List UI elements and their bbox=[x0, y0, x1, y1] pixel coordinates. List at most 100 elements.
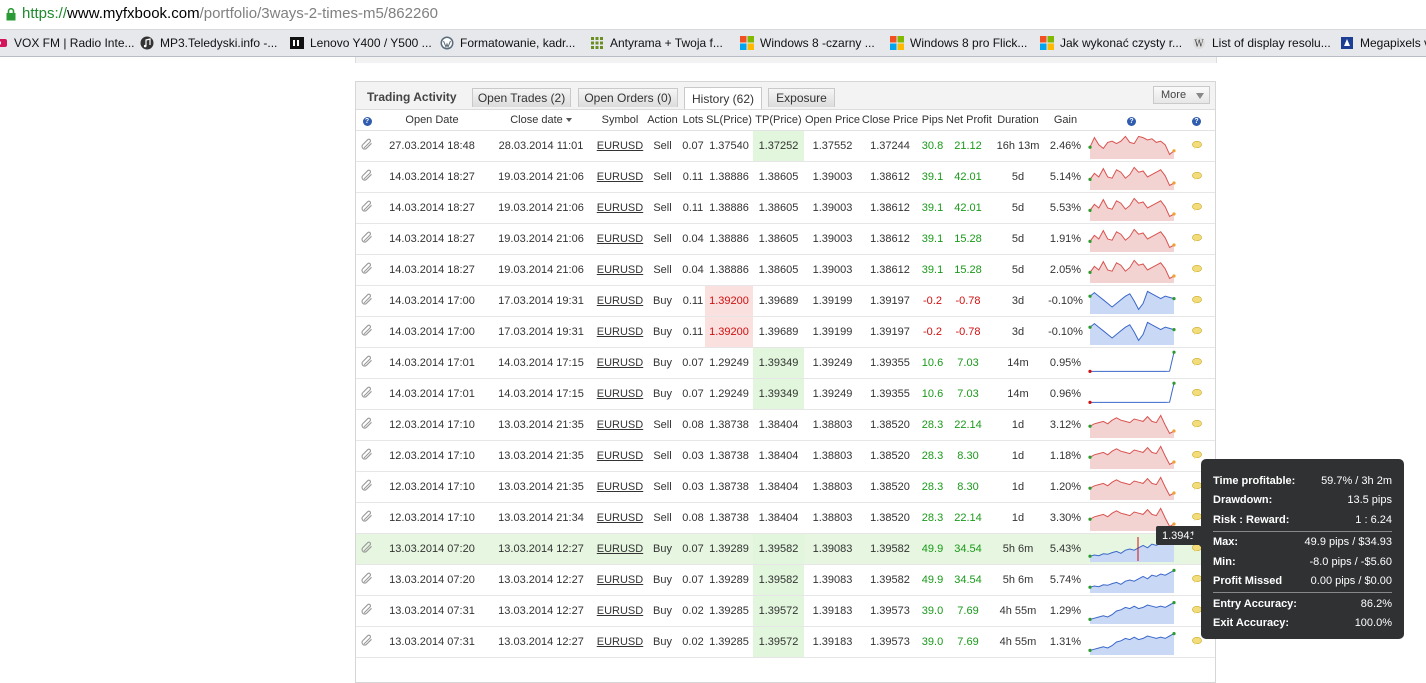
attach-cell[interactable] bbox=[356, 533, 378, 565]
trade-chart-cell[interactable] bbox=[1085, 161, 1178, 193]
symbol-cell[interactable]: EURUSD bbox=[596, 471, 644, 503]
trade-sparkline[interactable] bbox=[1087, 349, 1176, 377]
symbol-cell-value[interactable]: EURUSD bbox=[597, 202, 643, 214]
trade-chart-cell[interactable] bbox=[1085, 192, 1178, 224]
symbol-cell[interactable]: EURUSD bbox=[596, 316, 644, 348]
attach-cell[interactable] bbox=[356, 161, 378, 193]
tp-header[interactable]: TP(Price) bbox=[753, 110, 804, 131]
bookmark-item[interactable]: Windows 8 -czarny ... bbox=[740, 34, 875, 52]
paperclip-icon[interactable] bbox=[361, 138, 374, 151]
comment-cell[interactable] bbox=[1178, 161, 1215, 193]
bookmark-item[interactable]: Formatowanie, kadr... bbox=[440, 34, 575, 52]
comment-bubble-icon[interactable] bbox=[1191, 203, 1202, 211]
paperclip-icon[interactable] bbox=[361, 634, 374, 647]
symbol-cell[interactable]: EURUSD bbox=[596, 564, 644, 596]
trade-chart-cell[interactable] bbox=[1085, 254, 1178, 286]
close-date-header[interactable]: Close date bbox=[486, 110, 596, 131]
trade-sparkline[interactable] bbox=[1087, 194, 1176, 222]
trade-chart-cell[interactable] bbox=[1085, 595, 1178, 627]
tab-exposure[interactable]: Exposure bbox=[768, 88, 835, 107]
table-row[interactable]: 14.03.2014 18:27 19.03.2014 21:06 EURUSD Se… bbox=[356, 254, 1215, 286]
table-row[interactable]: 12.03.2014 17:10 13.03.2014 21:35 EURUSD Se… bbox=[356, 409, 1215, 441]
bookmark-item[interactable]: MP3.Teledyski.info -... bbox=[140, 34, 277, 52]
symbol-cell[interactable]: EURUSD bbox=[596, 533, 644, 565]
trade-chart-cell[interactable] bbox=[1085, 471, 1178, 503]
trade-chart-cell[interactable] bbox=[1085, 564, 1178, 596]
paperclip-icon[interactable] bbox=[361, 386, 374, 399]
pips-header[interactable]: Pips bbox=[919, 110, 946, 131]
symbol-cell[interactable]: EURUSD bbox=[596, 595, 644, 627]
comment-cell[interactable] bbox=[1178, 254, 1215, 286]
attach-cell[interactable] bbox=[356, 595, 378, 627]
symbol-cell[interactable]: EURUSD bbox=[596, 347, 644, 379]
table-row[interactable]: 14.03.2014 17:00 17.03.2014 19:31 EURUSD Bu… bbox=[356, 316, 1215, 348]
bookmark-item[interactable]: Antyrama + Twoja f... bbox=[590, 34, 723, 52]
trade-sparkline[interactable] bbox=[1087, 628, 1176, 656]
symbol-cell[interactable]: EURUSD bbox=[596, 502, 644, 534]
comment-bubble-icon[interactable] bbox=[1191, 358, 1202, 366]
tab-open-orders[interactable]: Open Orders (0) bbox=[578, 88, 678, 107]
notes-help-header[interactable]: ? bbox=[1178, 110, 1215, 131]
open-date-header[interactable]: Open Date bbox=[378, 110, 486, 131]
trade-sparkline[interactable] bbox=[1087, 473, 1176, 501]
trade-chart-cell[interactable] bbox=[1085, 347, 1178, 379]
lots-header[interactable]: Lots bbox=[681, 110, 705, 131]
attach-cell[interactable] bbox=[356, 254, 378, 286]
comment-bubble-icon[interactable] bbox=[1191, 265, 1202, 273]
table-row[interactable]: 14.03.2014 17:01 14.03.2014 17:15 EURUSD Bu… bbox=[356, 347, 1215, 379]
trade-sparkline[interactable] bbox=[1087, 442, 1176, 470]
comment-bubble-icon[interactable] bbox=[1191, 141, 1202, 149]
address-bar[interactable]: https://www.myfxbook.com/portfolio/3ways… bbox=[0, 0, 1426, 30]
paperclip-icon[interactable] bbox=[361, 324, 374, 337]
attach-cell[interactable] bbox=[356, 223, 378, 255]
attach-cell[interactable] bbox=[356, 192, 378, 224]
comment-bubble-icon[interactable] bbox=[1191, 637, 1202, 645]
bookmark-item[interactable]: Lenovo Y400 / Y500 ... bbox=[290, 34, 432, 52]
comment-bubble-icon[interactable] bbox=[1191, 606, 1202, 614]
symbol-cell-value[interactable]: EURUSD bbox=[597, 419, 643, 431]
symbol-cell-value[interactable]: EURUSD bbox=[597, 543, 643, 555]
paperclip-icon[interactable] bbox=[361, 262, 374, 275]
symbol-cell-value[interactable]: EURUSD bbox=[597, 171, 643, 183]
trade-chart-cell[interactable] bbox=[1085, 223, 1178, 255]
trade-sparkline[interactable] bbox=[1087, 380, 1176, 408]
trade-sparkline[interactable] bbox=[1087, 597, 1176, 625]
table-row[interactable]: 13.03.2014 07:20 13.03.2014 12:27 EURUSD Bu… bbox=[356, 533, 1215, 565]
paperclip-icon[interactable] bbox=[361, 510, 374, 523]
help-icon[interactable]: ? bbox=[1127, 117, 1136, 126]
attach-cell[interactable] bbox=[356, 285, 378, 317]
duration-header[interactable]: Duration bbox=[990, 110, 1046, 131]
symbol-cell-value[interactable]: EURUSD bbox=[597, 450, 643, 462]
table-row[interactable]: 12.03.2014 17:10 13.03.2014 21:34 EURUSD Se… bbox=[356, 502, 1215, 534]
table-row[interactable]: 13.03.2014 07:20 13.03.2014 12:27 EURUSD Bu… bbox=[356, 564, 1215, 596]
trade-chart-cell[interactable] bbox=[1085, 378, 1178, 410]
trade-chart-cell[interactable] bbox=[1085, 316, 1178, 348]
trade-sparkline[interactable] bbox=[1087, 256, 1176, 284]
comment-cell[interactable] bbox=[1178, 316, 1215, 348]
help-header[interactable]: ? bbox=[356, 110, 378, 131]
trade-sparkline[interactable] bbox=[1087, 132, 1176, 160]
open-price-header[interactable]: Open Price bbox=[804, 110, 861, 131]
table-row[interactable]: 12.03.2014 17:10 13.03.2014 21:35 EURUSD Se… bbox=[356, 440, 1215, 472]
symbol-cell[interactable]: EURUSD bbox=[596, 285, 644, 317]
trade-chart-cell[interactable] bbox=[1085, 409, 1178, 441]
comment-cell[interactable] bbox=[1178, 223, 1215, 255]
symbol-cell[interactable]: EURUSD bbox=[596, 378, 644, 410]
trade-chart-cell[interactable] bbox=[1085, 440, 1178, 472]
bookmark-item[interactable]: Windows 8 pro Flick... bbox=[890, 34, 1027, 52]
symbol-cell-value[interactable]: EURUSD bbox=[597, 233, 643, 245]
paperclip-icon[interactable] bbox=[361, 417, 374, 430]
attach-cell[interactable] bbox=[356, 471, 378, 503]
comment-cell[interactable] bbox=[1178, 130, 1215, 162]
comment-bubble-icon[interactable] bbox=[1191, 575, 1202, 583]
table-row[interactable]: 14.03.2014 18:27 19.03.2014 21:06 EURUSD Se… bbox=[356, 223, 1215, 255]
table-row[interactable]: 14.03.2014 17:01 14.03.2014 17:15 EURUSD Bu… bbox=[356, 378, 1215, 410]
comment-bubble-icon[interactable] bbox=[1191, 451, 1202, 459]
symbol-cell[interactable]: EURUSD bbox=[596, 626, 644, 658]
comment-cell[interactable] bbox=[1178, 378, 1215, 410]
help-icon[interactable]: ? bbox=[362, 117, 372, 126]
symbol-cell-value[interactable]: EURUSD bbox=[597, 636, 643, 648]
symbol-cell-value[interactable]: EURUSD bbox=[597, 605, 643, 617]
paperclip-icon[interactable] bbox=[361, 479, 374, 492]
paperclip-icon[interactable] bbox=[361, 231, 374, 244]
